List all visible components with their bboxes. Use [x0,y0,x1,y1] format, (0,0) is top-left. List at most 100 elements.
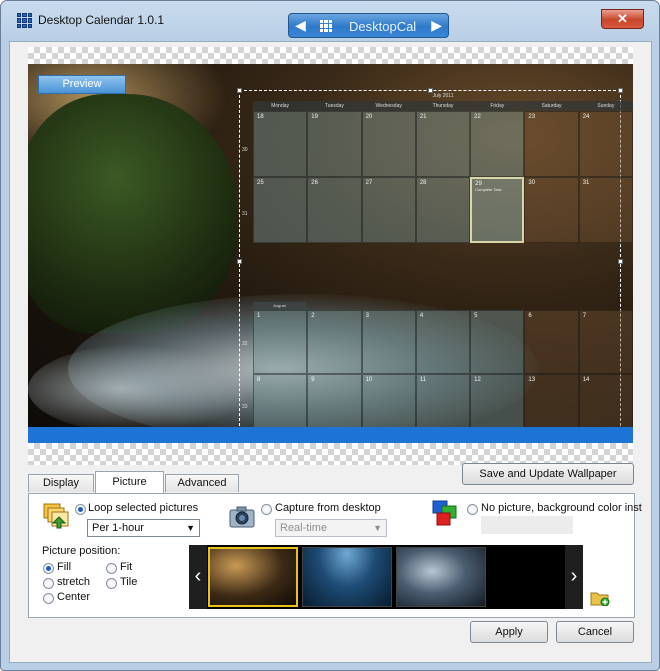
camera-icon [229,506,255,528]
loop-pictures-radio[interactable] [75,504,86,515]
week-number: 31 [242,211,248,217]
wallpaper-thumbnail[interactable] [302,547,392,607]
loop-interval-value: Per 1-hour [92,522,144,534]
tab-advanced[interactable]: Advanced [165,474,239,492]
day-cell[interactable]: 30 [524,177,579,243]
desktopcal-nav: ◀ DesktopCal ▶ [288,13,449,38]
wallpaper-image: July 2011 Monday Tuesday Wednesday Thurs… [28,64,633,427]
stretch-label[interactable]: stretch [57,576,90,588]
day-cell[interactable]: 19 [307,111,362,177]
day-cell[interactable]: 4 [415,310,471,374]
taskbar-preview [28,427,633,443]
day-cell[interactable]: 6 [524,310,579,374]
day-cell[interactable]: 18 [253,111,308,177]
calendar-weekday-header: Monday Tuesday Wednesday Thursday Friday… [253,101,633,111]
event-text[interactable]: Complete Task [475,187,519,192]
apply-button[interactable]: Apply [470,621,548,643]
fit-radio[interactable] [106,563,117,574]
weekday-label: Sunday [597,103,615,109]
app-calendar-icon [17,13,32,28]
fit-label[interactable]: Fit [120,561,132,573]
calendar-overlay[interactable]: July 2011 Monday Tuesday Wednesday Thurs… [237,88,633,427]
calendar-week: 1 2 3 4 5 6 7 [253,310,633,374]
app-window: Desktop Calendar 1.0.1 ◀ DesktopCal ▶ ✕ [0,0,660,671]
week-number: 30 [242,147,248,153]
fill-label[interactable]: Fill [57,561,71,573]
add-folder-icon[interactable] [590,590,610,606]
calendar-week: 25 26 27 28 29 Complete Task 30 31 [253,177,633,243]
day-cell[interactable]: 22 [470,111,525,177]
nav-label[interactable]: DesktopCal [349,19,416,34]
day-cell[interactable]: 21 [415,111,471,177]
day-cell[interactable]: 3 [361,310,416,374]
weekday-label: Wednesday [375,103,402,109]
preview-button[interactable]: Preview [38,75,126,94]
stretch-radio[interactable] [43,578,54,589]
day-cell[interactable]: 14 [578,374,633,427]
day-cell[interactable]: 5 [470,310,525,374]
calendar-month-title: July 2011 [432,93,454,99]
tab-picture[interactable]: Picture [95,471,164,493]
day-cell[interactable]: 2 [307,310,362,374]
capture-interval-value: Real-time [280,522,328,534]
day-cell[interactable]: 10 [361,374,416,427]
no-picture-label[interactable]: No picture, background color inst [481,502,642,514]
day-cell[interactable]: 7 [578,310,633,374]
wallpaper-preview: July 2011 Monday Tuesday Wednesday Thurs… [28,47,633,465]
cancel-button[interactable]: Cancel [556,621,634,643]
center-label[interactable]: Center [57,591,90,603]
center-radio[interactable] [43,593,54,604]
today-cell[interactable]: 29 Complete Task [470,177,525,243]
picture-position-heading: Picture position: [42,545,121,557]
color-swatch-icon [432,500,457,526]
day-cell[interactable]: 24 [578,111,633,177]
day-cell[interactable]: 11 [415,374,471,427]
loop-interval-select[interactable]: Per 1-hour ▼ [87,519,200,537]
no-picture-radio[interactable] [467,504,478,515]
capture-desktop-radio[interactable] [261,504,272,515]
wallpaper-thumbnail[interactable] [396,547,486,607]
day-cell[interactable]: 28 [415,177,471,243]
resize-handle[interactable] [237,88,242,93]
calendar-week: 18 19 20 21 22 23 24 [253,111,633,177]
chevron-right-icon[interactable]: › [565,545,583,609]
day-cell[interactable]: 26 [307,177,362,243]
weekday-label: Friday [490,103,505,109]
loop-pictures-label[interactable]: Loop selected pictures [88,502,198,514]
day-cell[interactable]: 1 [253,310,308,374]
resize-handle[interactable] [237,259,242,264]
wallpaper-thumbnail[interactable] [208,547,298,607]
pictures-icon [43,503,69,529]
day-cell[interactable]: 8 [253,374,308,427]
day-cell[interactable]: 31 [578,177,633,243]
week-number: 33 [242,404,248,410]
capture-desktop-label[interactable]: Capture from desktop [275,502,381,514]
week-number: 32 [242,341,248,347]
arrow-left-icon[interactable]: ◀ [295,17,306,34]
grid-icon[interactable] [320,20,332,32]
save-update-wallpaper-button[interactable]: Save and Update Wallpaper [462,463,634,485]
tile-radio[interactable] [106,578,117,589]
weekday-label: Saturday [541,103,562,109]
day-cell[interactable]: 20 [361,111,416,177]
weekday-label: Tuesday [324,103,344,109]
day-cell[interactable]: 23 [524,111,579,177]
chevron-left-icon[interactable]: ‹ [189,545,207,609]
arrow-right-icon[interactable]: ▶ [431,17,442,34]
tile-label[interactable]: Tile [120,576,137,588]
day-cell[interactable]: 25 [253,177,308,243]
fill-radio[interactable] [43,563,54,574]
window-title: Desktop Calendar 1.0.1 [38,13,165,27]
chevron-down-icon: ▼ [373,523,382,533]
resize-handle[interactable] [618,259,623,264]
month-tag: August [253,302,306,310]
day-cell[interactable]: 13 [524,374,579,427]
day-cell[interactable]: 27 [361,177,416,243]
capture-interval-select: Real-time ▼ [275,519,387,537]
day-cell[interactable]: 9 [307,374,362,427]
tab-display[interactable]: Display [28,474,94,492]
day-cell[interactable]: 12 [470,374,525,427]
weekday-label: Thursday [432,103,454,109]
close-button[interactable]: ✕ [601,9,644,29]
thumbnail-strip: ‹ › [189,545,583,609]
